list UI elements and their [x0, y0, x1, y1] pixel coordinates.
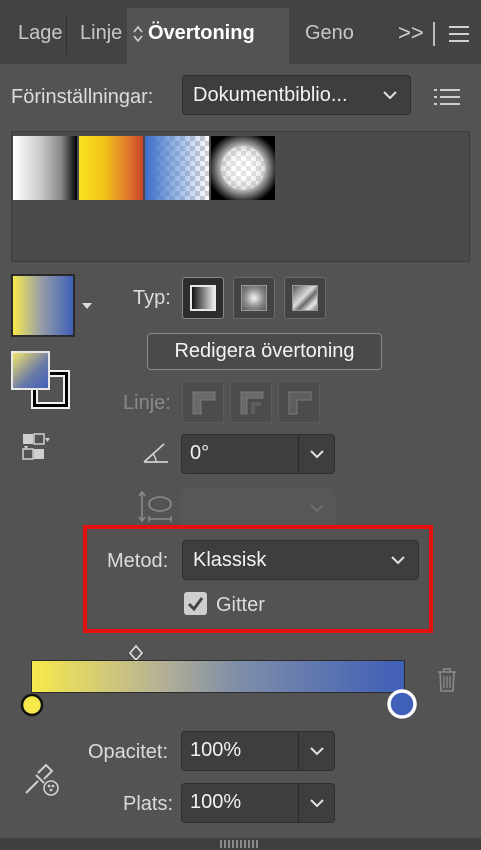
fill-gradient-swatch[interactable] — [11, 274, 75, 337]
presets-dropdown[interactable]: Dokumentbiblio... — [182, 75, 411, 115]
tab-divider — [433, 22, 435, 46]
swatch-yellow-orange[interactable] — [79, 136, 143, 200]
aspect-ratio-input[interactable] — [181, 488, 335, 528]
stroke-across-icon — [288, 391, 312, 415]
freeform-gradient-button[interactable] — [284, 277, 326, 319]
chevron-down-icon — [310, 799, 324, 808]
list-view-icon[interactable] — [434, 88, 460, 106]
tab-overflow-chevron-icon[interactable]: >> — [398, 16, 424, 50]
stroke-across-button[interactable] — [278, 381, 320, 423]
stroke-within-button[interactable] — [182, 381, 224, 423]
edit-gradient-button[interactable]: Redigera övertoning — [147, 333, 382, 370]
opacity-input[interactable]: 100% — [181, 731, 335, 771]
stroke-label: Linje: — [123, 392, 171, 414]
aspect-ratio-dropdown-button[interactable] — [298, 489, 334, 527]
tab-stroke[interactable]: Linje — [67, 8, 127, 64]
eyedropper-icon[interactable] — [22, 761, 62, 797]
gradient-slider[interactable] — [31, 660, 405, 693]
stroke-along-icon — [240, 391, 264, 415]
angle-dropdown-button[interactable] — [298, 435, 334, 473]
chevron-down-icon — [310, 747, 324, 756]
swatch-radial-white[interactable] — [211, 136, 275, 200]
tab-options-arrows-icon — [133, 25, 143, 42]
presets-label: Förinställningar: — [11, 86, 154, 108]
angle-icon — [143, 443, 168, 463]
color-stop-yellow[interactable] — [19, 692, 45, 718]
location-input[interactable]: 100% — [181, 783, 335, 823]
swatch-blue-transparent[interactable] — [145, 136, 209, 200]
stroke-along-button[interactable] — [230, 381, 272, 423]
opacity-label: Opacitet: — [88, 741, 169, 763]
location-label: Plats: — [123, 793, 174, 815]
midpoint-diamond-icon[interactable] — [128, 645, 144, 661]
swatch-white-black[interactable] — [13, 136, 77, 200]
chevron-down-icon — [310, 504, 324, 513]
aspect-ratio-icon — [138, 490, 172, 523]
tab-layers[interactable]: Lage — [0, 8, 66, 64]
trash-icon[interactable] — [436, 667, 458, 693]
linear-gradient-icon — [190, 285, 216, 311]
panel-menu-icon[interactable] — [449, 26, 469, 42]
angle-input[interactable]: 0° — [181, 434, 335, 474]
fill-small-swatch[interactable] — [11, 351, 50, 390]
resize-gripper[interactable] — [220, 840, 260, 848]
location-dropdown-button[interactable] — [298, 784, 334, 822]
type-label: Typ: — [133, 287, 171, 309]
color-stop-blue[interactable] — [386, 688, 418, 720]
stroke-within-icon — [192, 391, 216, 415]
gradient-swatches-panel — [11, 131, 470, 262]
radial-gradient-button[interactable] — [233, 277, 275, 319]
chevron-down-icon — [383, 91, 397, 100]
linear-gradient-button[interactable] — [182, 277, 224, 319]
panel-tab-bar: Lage Linje Övertoning Geno >> — [0, 0, 481, 64]
freeform-gradient-icon — [292, 285, 318, 311]
tab-transparency[interactable]: Geno — [289, 8, 384, 64]
fill-swatch-dropdown-icon[interactable] — [81, 302, 93, 310]
swap-fill-stroke-icon[interactable] — [21, 432, 53, 462]
radial-gradient-icon — [241, 285, 267, 311]
highlight-box — [83, 525, 433, 633]
chevron-down-icon — [310, 450, 324, 459]
tab-gradient[interactable]: Övertoning — [127, 8, 289, 64]
opacity-dropdown-button[interactable] — [298, 732, 334, 770]
